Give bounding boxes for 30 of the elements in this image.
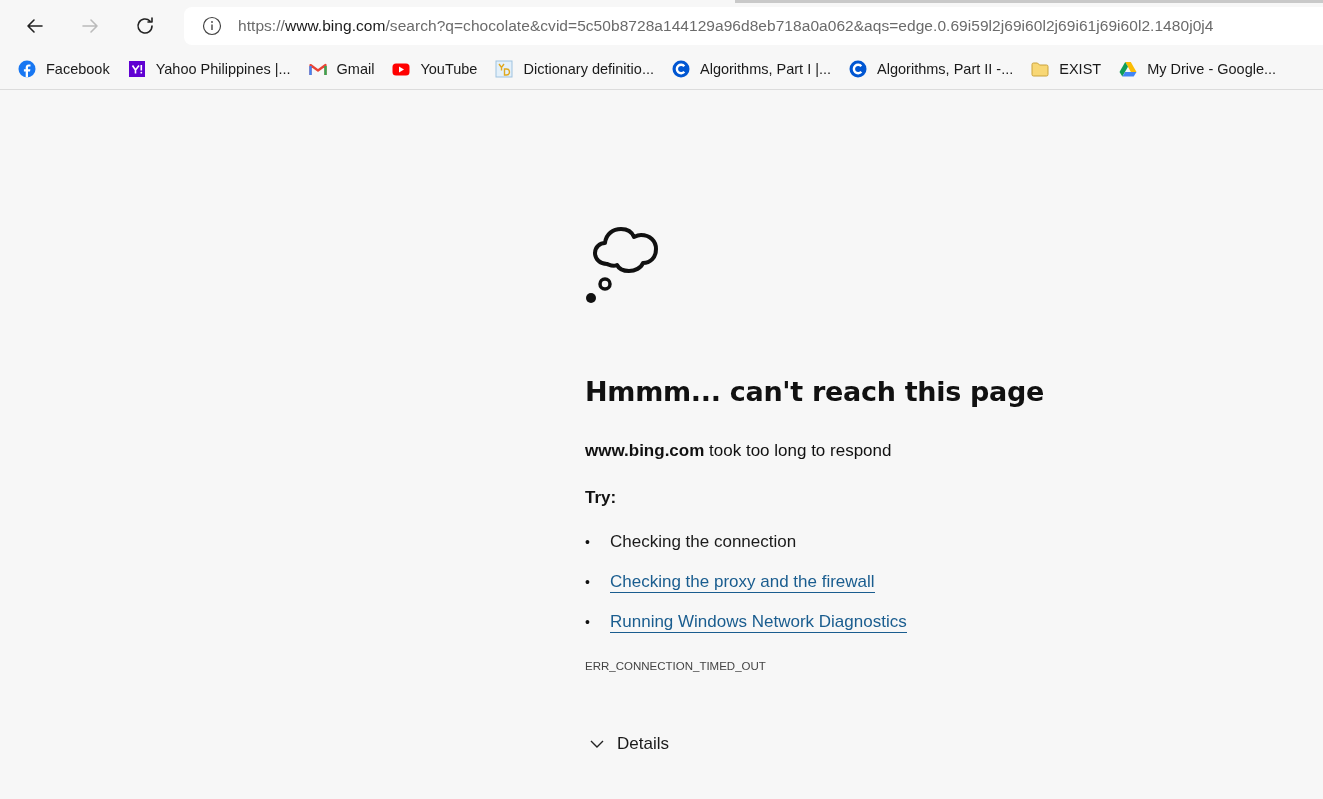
bookmark-item[interactable]: Facebook — [10, 60, 118, 78]
suggestion-link[interactable]: Checking the proxy and the firewall — [610, 571, 875, 593]
url-text: https://www.bing.com/search?q=chocolate&cvid=5c50b8728a144129a96d8eb718a0a062&aqs=edge.0.69i59l2j69i60l2j69i61j69i60l2.1480j0j4 — [238, 17, 1214, 35]
c-logo-icon — [849, 60, 868, 78]
bookmark-item[interactable]: Algorithms, Part I |... — [664, 60, 840, 78]
try-label: Try: — [585, 488, 618, 508]
error-heading: Hmmm... can't reach this page — [585, 376, 1045, 407]
bookmark-item[interactable]: Algorithms, Part II -... — [841, 60, 1022, 78]
dictionary-logo-icon — [495, 60, 514, 78]
c-logo-icon — [672, 60, 690, 78]
address-bar[interactable]: https://www.bing.com/search?q=chocolate&cvid=5c50b8728a144129a96d8eb718a0a062&aqs=edge.0.69i59l2j69i60l2j69i61j69i60l2.1480j0j4 — [184, 7, 1323, 45]
bullet-mark: • — [585, 614, 591, 630]
suggestion-text: Checking the connection — [610, 532, 797, 552]
info-icon[interactable] — [202, 16, 222, 36]
yahoo-logo-icon — [127, 60, 146, 78]
bullet-mark: • — [585, 574, 591, 590]
bookmark-item[interactable]: Yahoo Philippines |... — [119, 60, 299, 78]
bookmark-item[interactable]: Gmail — [300, 60, 383, 78]
error-code: ERR_CONNECTION_TIMED_OUT — [585, 660, 767, 672]
bullet-mark: • — [585, 534, 591, 550]
facebook-logo-icon — [18, 60, 36, 78]
error-message: www.bing.com took too long to respond — [585, 441, 893, 461]
details-toggle[interactable]: Details — [585, 734, 673, 754]
bookmark-item[interactable]: Dictionary definitio... — [487, 60, 662, 78]
folder-icon — [1031, 60, 1050, 78]
bookmark-item[interactable]: YouTube — [384, 60, 486, 78]
bookmark-item[interactable]: EXIST — [1023, 60, 1110, 78]
bookmark-item[interactable]: My Drive - Google... — [1111, 60, 1285, 78]
suggestion-link[interactable]: Running Windows Network Diagnostics — [610, 611, 907, 633]
triangle-logo-icon — [1119, 60, 1138, 78]
